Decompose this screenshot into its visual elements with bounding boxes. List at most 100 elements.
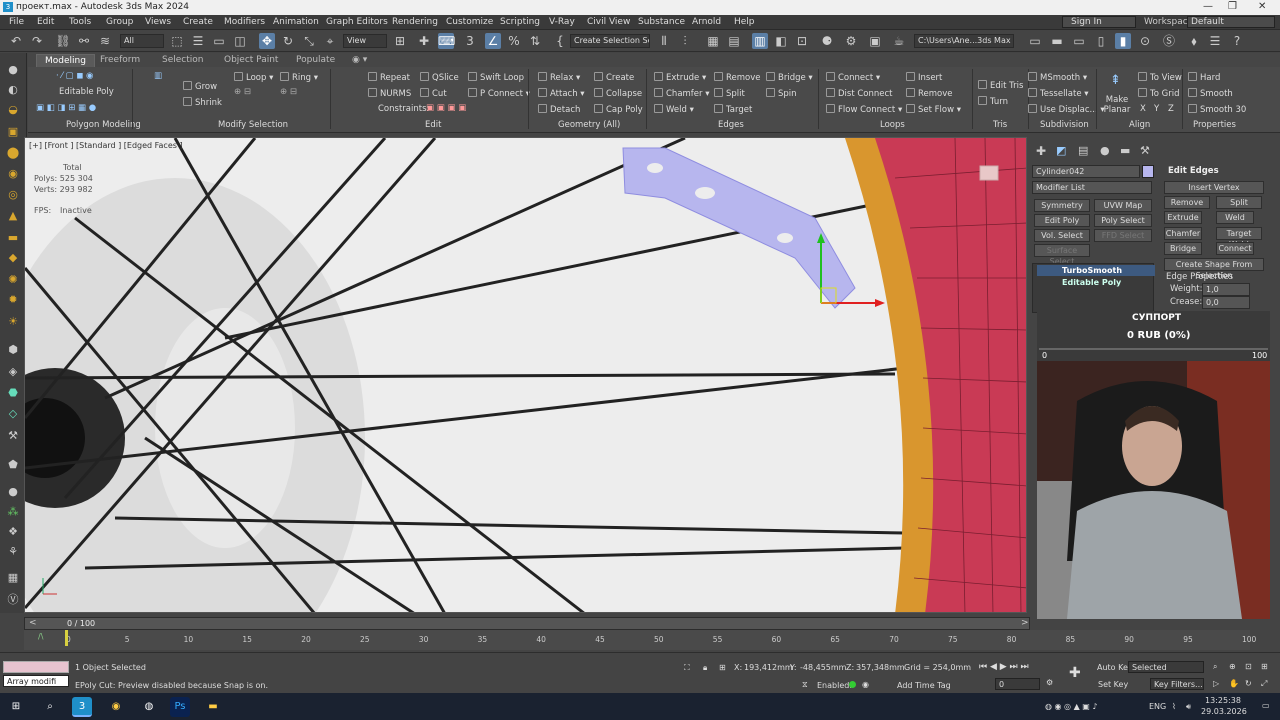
attach-button[interactable]: Attach ▾ — [538, 88, 585, 99]
menu-edit[interactable]: Edit — [37, 17, 54, 27]
cut-button[interactable]: Cut — [420, 88, 447, 99]
bridge-button[interactable]: Bridge ▾ — [766, 72, 813, 83]
motion-tab-icon[interactable]: ● — [1100, 144, 1110, 157]
z-coord-value[interactable]: 357,348mm — [856, 663, 905, 672]
zoom-extents-icon[interactable]: ⊡ — [1245, 662, 1252, 671]
redo-icon[interactable]: ↷ — [29, 33, 45, 49]
smooth-button[interactable]: Smooth — [1188, 88, 1233, 99]
bind-spacewarp-icon[interactable]: ≋ — [97, 33, 113, 49]
geometry-group-label[interactable]: Geometry (All) — [558, 120, 620, 130]
shape-icon[interactable]: ◒ — [5, 103, 21, 117]
menu-modifiers[interactable]: Modifiers — [224, 17, 265, 27]
project-folder-icon[interactable]: ▭ — [1027, 33, 1043, 49]
menu-vray[interactable]: V-Ray — [549, 17, 575, 27]
fov-icon[interactable]: ▷ — [1213, 679, 1219, 688]
time-next-icon[interactable]: > — [1021, 618, 1029, 628]
shrink-button[interactable]: Shrink — [183, 97, 222, 108]
edges-group-label[interactable]: Edges — [718, 120, 744, 130]
object-name-field[interactable]: Cylinder042 — [1032, 165, 1140, 178]
create-button[interactable]: Create — [594, 72, 634, 83]
edit-poly-button[interactable]: Edit Poly — [1034, 214, 1090, 227]
chamfer-button[interactable]: Chamfer ▾ — [654, 88, 710, 99]
to-view-button[interactable]: To View — [1138, 72, 1182, 83]
curve-editor-icon[interactable]: ◧ — [773, 33, 789, 49]
collapse-button[interactable]: Collapse — [594, 88, 642, 99]
menu-customize[interactable]: Customize — [446, 17, 493, 27]
set-key-icon[interactable]: ✚ — [1069, 665, 1081, 681]
edit-tris-button[interactable]: Edit Tris — [978, 80, 1023, 91]
grow-button[interactable]: Grow — [183, 81, 217, 92]
viewport-config-icon[interactable]: ▦ — [5, 571, 21, 585]
obs-icon[interactable]: ◍ — [139, 697, 159, 717]
orbit-icon[interactable]: ↻ — [1245, 679, 1252, 688]
crease-spinner[interactable]: 0,0 — [1202, 296, 1250, 309]
relax-button[interactable]: Relax ▾ — [538, 72, 580, 83]
cap-poly-button[interactable]: Cap Poly — [594, 104, 643, 115]
add-time-tag-text[interactable]: Add Time Tag — [897, 681, 951, 690]
maxscript-listener-pink[interactable] — [3, 661, 69, 673]
file-explorer-icon[interactable]: ▬ — [203, 697, 223, 717]
create-cylinder-icon[interactable]: ⬤ — [5, 146, 21, 160]
extras-menu-icon[interactable]: ☰ — [1207, 33, 1223, 49]
modify-selection-group-label[interactable]: Modify Selection — [218, 120, 288, 130]
create-geosphere-icon[interactable]: ✺ — [5, 273, 21, 287]
edit-edges-rollout-title[interactable]: Edit Edges — [1168, 166, 1219, 176]
modifier-icon[interactable]: ⬢ — [5, 343, 21, 357]
sphere-grey-icon[interactable]: ● — [5, 485, 21, 499]
volume-icon[interactable]: 🔊︎ — [1186, 702, 1191, 712]
menu-create[interactable]: Create — [183, 17, 213, 27]
motion-icon[interactable]: ⬣ — [5, 386, 21, 400]
maxscript-listener-field[interactable]: Array modifi — [3, 675, 69, 687]
current-frame-field[interactable]: 0 — [995, 678, 1040, 690]
menu-tools[interactable]: Tools — [69, 17, 91, 27]
remove-edges-button[interactable]: Remove — [714, 72, 761, 83]
stack-editable-poly[interactable]: Editable Poly — [1037, 277, 1155, 288]
pan-icon[interactable]: ✋ — [1229, 679, 1239, 688]
hierarchy-icon[interactable]: ◈ — [5, 365, 21, 379]
menu-arnold[interactable]: Arnold — [692, 17, 721, 27]
display-tab-icon[interactable]: ▬ — [1120, 144, 1130, 157]
remove-loops-button[interactable]: Remove — [906, 88, 953, 99]
vol-select-button[interactable]: Vol. Select — [1034, 229, 1090, 242]
network-icon[interactable]: ⌇ — [1172, 702, 1176, 711]
create-teapot-icon[interactable]: ◐ — [5, 83, 21, 97]
sign-in-button[interactable]: Sign In — [1062, 16, 1136, 28]
ribbon-options-icon[interactable]: ◉ ▾ — [344, 54, 375, 67]
menu-help[interactable]: Help — [734, 17, 755, 27]
named-selection-dropdown[interactable]: Create Selection Se — [570, 34, 650, 48]
make-planar-button[interactable]: Make Planar — [1100, 95, 1134, 115]
create-sphere-icon[interactable]: ● — [5, 63, 21, 77]
spin-button[interactable]: Spin — [766, 88, 797, 99]
menu-substance[interactable]: Substance — [638, 17, 685, 27]
dist-connect-button[interactable]: Dist Connect — [826, 88, 893, 99]
create-pyramid-icon[interactable]: ◆ — [5, 251, 21, 265]
p-connect-button[interactable]: P Connect ▾ — [468, 88, 530, 99]
viewport-label[interactable]: [+] [Front ] [Standard ] [Edged Faces ] — [29, 141, 183, 150]
edge-chamfer-button[interactable]: Chamfer — [1164, 227, 1202, 240]
undo-icon[interactable]: ↶ — [8, 33, 24, 49]
x-coord-value[interactable]: 193,412mm — [744, 663, 793, 672]
window-crossing-icon[interactable]: ◫ — [232, 33, 248, 49]
poly-select-button[interactable]: Poly Select — [1094, 214, 1152, 227]
notifications-icon[interactable]: ▭ — [1262, 701, 1270, 710]
viewport-layout-icon[interactable]: ▯ — [1093, 33, 1109, 49]
weld-button[interactable]: Weld ▾ — [654, 104, 694, 115]
zoom-extents-all-icon[interactable]: ⊞ — [1261, 662, 1268, 671]
ribbon-toggle-icon[interactable]: ▥ — [752, 33, 768, 49]
track-bar[interactable]: /\ 0 5 10 15 20 25 30 35 40 45 50 55 60 65 70 75 80 85 90 9… — [24, 630, 1256, 650]
tab-populate[interactable]: Populate — [288, 54, 343, 67]
select-object-icon[interactable]: ⬚ — [169, 33, 185, 49]
loop-button[interactable]: Loop ▾ — [234, 72, 273, 83]
fluid-icon[interactable]: ⬟ — [5, 458, 21, 472]
state-sets-icon[interactable]: Ⓢ — [1161, 33, 1177, 49]
ring-tools-icon[interactable]: ⊕ ⊟ — [280, 87, 297, 97]
move-icon[interactable]: ✥ — [259, 33, 275, 49]
set-key-button[interactable]: Set Key — [1098, 680, 1128, 689]
workspaces-dropdown[interactable]: Default — [1187, 16, 1275, 28]
tab-object-paint[interactable]: Object Paint — [216, 54, 286, 67]
maximize-viewport-icon[interactable]: ⤢ — [1261, 679, 1267, 689]
create-plane-icon[interactable]: ▬ — [5, 231, 21, 245]
menu-scripting[interactable]: Scripting — [500, 17, 540, 27]
track-config-icon[interactable]: /\ — [38, 632, 43, 641]
help-icon[interactable]: ? — [1229, 33, 1245, 49]
